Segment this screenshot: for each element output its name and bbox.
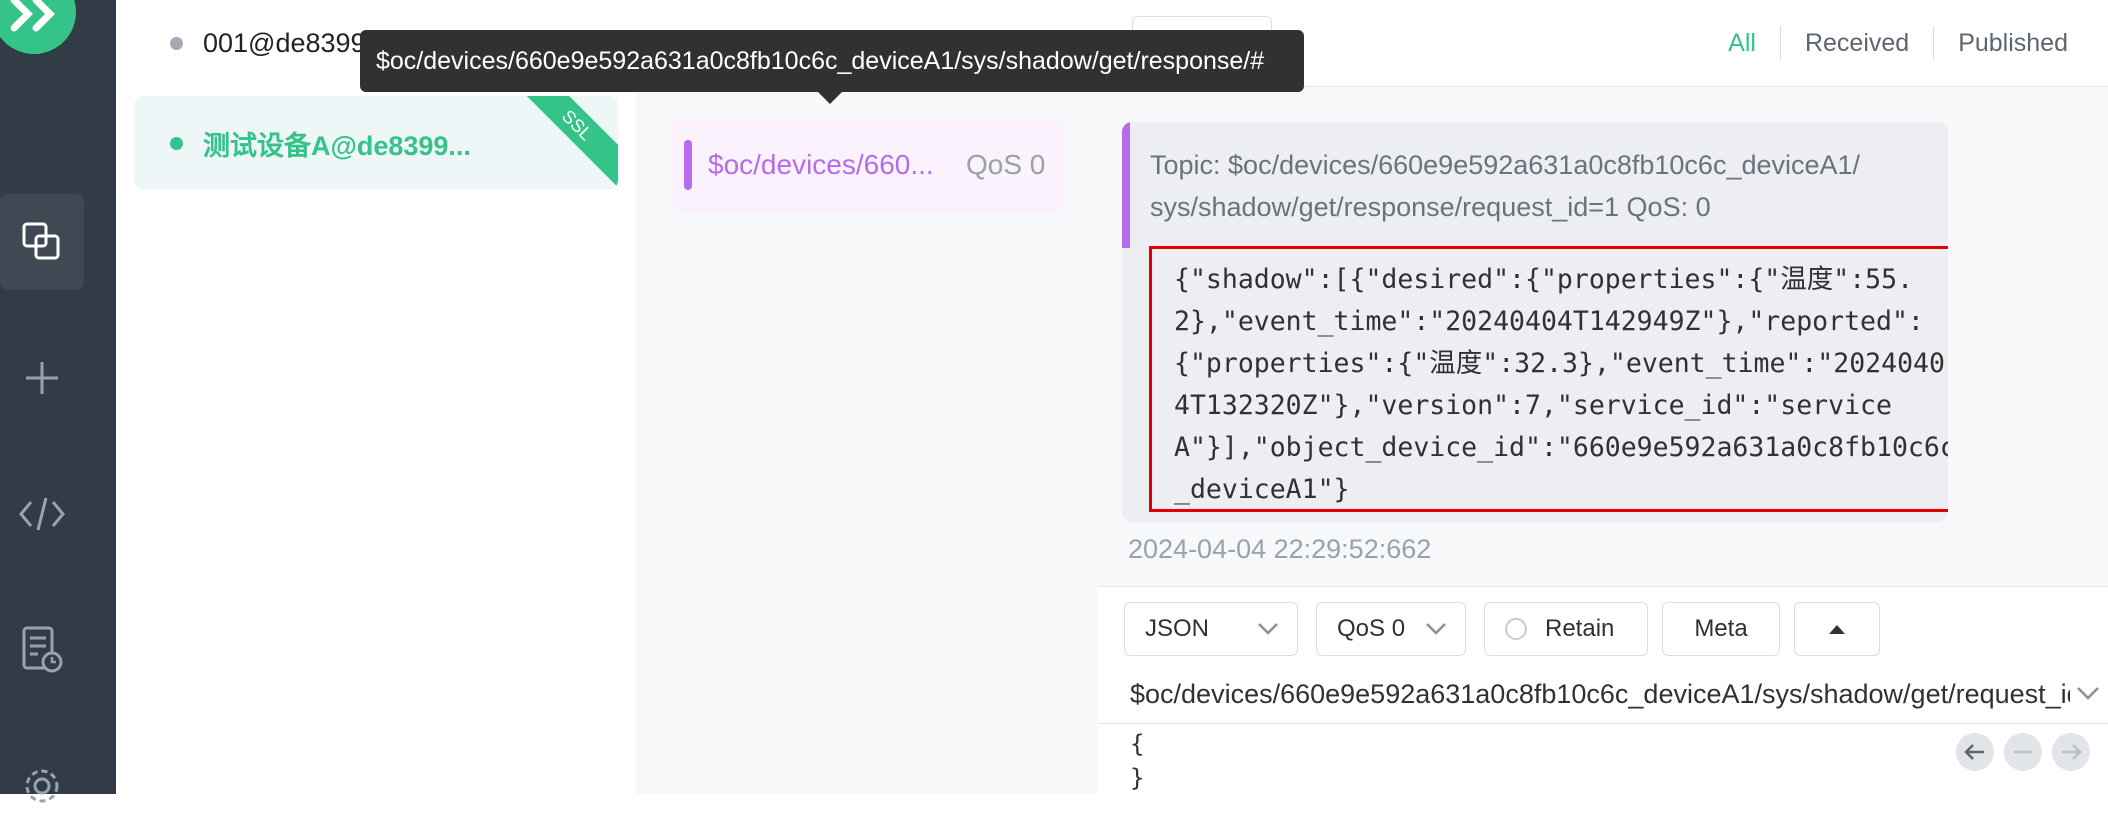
retain-label: Retain	[1545, 615, 1615, 642]
arrow-right-icon	[2062, 744, 2082, 760]
message-topic: Topic: $oc/devices/660e9e592a631a0c8fb10…	[1150, 150, 1861, 222]
tooltip-arrow	[818, 92, 842, 104]
log-icon[interactable]	[0, 602, 84, 698]
connection-item-device-a[interactable]: 测试设备A@de8399... SSL	[134, 96, 618, 190]
message-panel: Plaintext All Received Published Topic: …	[1098, 0, 2108, 795]
topic-tooltip: $oc/devices/660e9e592a631a0c8fb10c6c_dev…	[360, 30, 1304, 92]
subscription-color-bar	[684, 140, 692, 190]
ssl-badge: SSL	[513, 96, 618, 189]
publish-format-select[interactable]: JSON	[1124, 602, 1298, 656]
logo-icon	[0, 0, 76, 54]
status-dot-offline	[170, 36, 183, 50]
clear-message-button[interactable]	[2004, 733, 2042, 771]
publish-qos-select[interactable]: QoS 0	[1316, 602, 1466, 656]
expand-button[interactable]	[1794, 602, 1880, 656]
arrow-left-icon	[1964, 744, 1984, 760]
message-payload: {"shadow":[{"desired":{"properties":{"温度…	[1149, 246, 1948, 512]
chevron-down-icon	[1425, 615, 1447, 643]
meta-label: Meta	[1694, 615, 1748, 642]
script-icon[interactable]	[0, 466, 84, 562]
next-message-button[interactable]	[2052, 733, 2090, 771]
status-dot-online	[170, 136, 183, 150]
connection-name: 测试设备A@de8399...	[203, 130, 471, 161]
retain-toggle[interactable]: Retain	[1484, 602, 1648, 656]
message-timestamp: 2024-04-04 22:29:52:662	[1128, 534, 1432, 564]
subscription-item[interactable]: $oc/devices/660... QoS 0	[670, 118, 1066, 212]
tab-received[interactable]: Received	[1781, 29, 1933, 58]
message-bubble[interactable]: Topic: $oc/devices/660e9e592a631a0c8fb10…	[1122, 122, 1948, 522]
retain-radio	[1505, 618, 1527, 640]
chevron-down-icon	[1257, 615, 1279, 643]
subscription-panel: $oc/devices/660... QoS 0	[636, 0, 1099, 794]
publish-format-value: JSON	[1145, 615, 1210, 642]
connection-list: 001@de8399a59a.st 测试设备A@de8399... SSL	[116, 0, 637, 794]
publish-payload-editor[interactable]: { }	[1130, 727, 1144, 795]
message-color-bar	[1122, 122, 1130, 248]
tab-all[interactable]: All	[1704, 29, 1780, 58]
tab-published[interactable]: Published	[1934, 29, 2092, 58]
add-icon[interactable]	[0, 330, 84, 426]
message-filter-tabs: All Received Published	[1704, 26, 2092, 60]
publish-area: JSON QoS 0 Retain Meta $oc/devices/660e9…	[1098, 586, 2108, 795]
meta-button[interactable]: Meta	[1662, 602, 1780, 656]
subscription-topic: $oc/devices/660...	[708, 149, 934, 180]
subscription-qos: QoS 0	[966, 149, 1046, 180]
topic-divider	[1098, 723, 2108, 724]
app-sidebar	[0, 0, 116, 803]
minus-icon	[2014, 750, 2032, 754]
settings-icon[interactable]	[0, 738, 84, 834]
connections-icon[interactable]	[0, 194, 84, 290]
publish-topic-input[interactable]: $oc/devices/660e9e592a631a0c8fb10c6c_dev…	[1130, 679, 2070, 710]
publish-qos-value: QoS 0	[1337, 615, 1406, 642]
prev-message-button[interactable]	[1956, 733, 1994, 771]
chevron-down-icon[interactable]	[2076, 685, 2100, 706]
caret-up-icon	[1829, 625, 1845, 634]
